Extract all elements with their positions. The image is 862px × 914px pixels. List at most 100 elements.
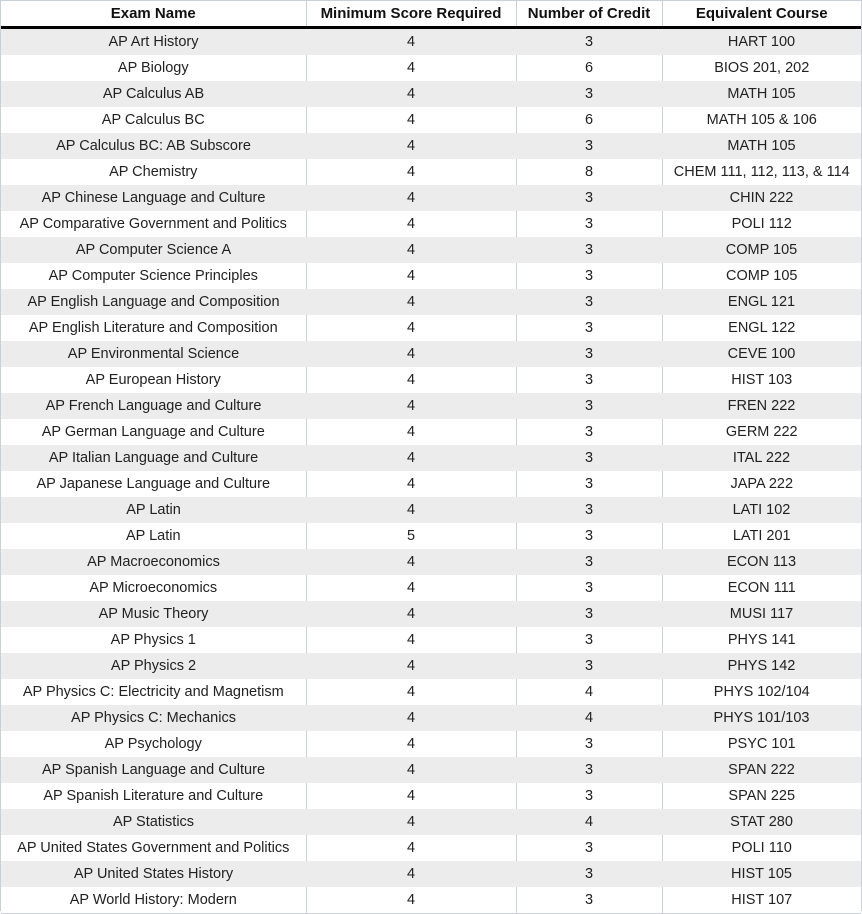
exam-name-cell: AP Comparative Government and Politics	[1, 211, 307, 237]
header-minimum-score: Minimum Score Required	[306, 0, 517, 29]
equivalent-course-cell: HIST 103	[662, 367, 861, 393]
exam-name-cell: AP Statistics	[1, 809, 306, 835]
table-row: AP World History: Modern 4 3 HIST 107	[1, 887, 861, 914]
exam-name-cell: AP Calculus AB	[1, 81, 306, 107]
credits-cell: 3	[516, 289, 662, 315]
equivalent-course-cell: JAPA 222	[662, 471, 861, 497]
minimum-score-cell: 4	[306, 185, 516, 211]
minimum-score-cell: 4	[306, 107, 517, 133]
equivalent-course-cell: HIST 107	[662, 887, 861, 914]
minimum-score-cell: 4	[306, 419, 517, 445]
header-equivalent-course: Equivalent Course	[662, 0, 861, 29]
table-row: AP European History 4 3 HIST 103	[1, 367, 861, 393]
equivalent-course-cell: CEVE 100	[662, 341, 861, 367]
exam-name-cell: AP English Literature and Composition	[1, 315, 307, 341]
header-exam-name: Exam Name	[1, 0, 307, 29]
equivalent-course-cell: SPAN 222	[662, 757, 861, 783]
minimum-score-cell: 4	[306, 549, 516, 575]
credits-cell: 3	[516, 549, 662, 575]
credits-cell: 3	[516, 341, 662, 367]
credits-cell: 3	[516, 523, 663, 549]
equivalent-course-cell: CHEM 111, 112, 113, & 114	[662, 159, 861, 185]
equivalent-course-cell: LATI 102	[662, 497, 861, 523]
minimum-score-cell: 4	[306, 367, 517, 393]
minimum-score-cell: 4	[306, 27, 516, 55]
table-header: Exam Name Minimum Score Required Number …	[1, 0, 861, 29]
table-row: AP English Literature and Composition 4 3 E…	[1, 315, 861, 341]
credits-cell: 3	[516, 731, 663, 757]
minimum-score-cell: 4	[306, 887, 517, 914]
equivalent-course-cell: MATH 105	[662, 81, 861, 107]
credits-cell: 3	[516, 315, 663, 341]
exam-name-cell: AP Environmental Science	[1, 341, 306, 367]
table-row: AP Art History 4 3 HART 100	[1, 27, 861, 55]
exam-name-cell: AP Calculus BC	[1, 107, 307, 133]
exam-name-cell: AP European History	[1, 367, 307, 393]
equivalent-course-cell: PHYS 142	[662, 653, 861, 679]
equivalent-course-cell: MATH 105	[662, 133, 861, 159]
exam-name-cell: AP Art History	[1, 27, 306, 55]
table-row: AP Physics C: Electricity and Magnetism 4…	[1, 679, 861, 705]
table-row: AP Physics 2 4 3 PHYS 142	[1, 653, 861, 679]
equivalent-course-cell: FREN 222	[662, 393, 861, 419]
minimum-score-cell: 5	[306, 523, 517, 549]
minimum-score-cell: 4	[306, 55, 517, 81]
table-row: AP Calculus AB 4 3 MATH 105	[1, 81, 861, 107]
exam-name-cell: AP United States Government and Politics	[1, 835, 307, 861]
exam-name-cell: AP Latin	[1, 523, 307, 549]
minimum-score-cell: 4	[306, 445, 516, 471]
header-row: Exam Name Minimum Score Required Number …	[1, 0, 861, 29]
exam-name-cell: AP Spanish Language and Culture	[1, 757, 306, 783]
ap-credit-table: Exam Name Minimum Score Required Number …	[1, 0, 861, 914]
equivalent-course-cell: BIOS 201, 202	[662, 55, 861, 81]
exam-name-cell: AP Macroeconomics	[1, 549, 306, 575]
exam-name-cell: AP World History: Modern	[1, 887, 307, 914]
minimum-score-cell: 4	[306, 627, 517, 653]
credits-cell: 8	[516, 159, 663, 185]
equivalent-course-cell: POLI 112	[662, 211, 861, 237]
table-row: AP Spanish Language and Culture 4 3 SPAN 22…	[1, 757, 861, 783]
credits-cell: 3	[516, 601, 662, 627]
exam-name-cell: AP Biology	[1, 55, 307, 81]
credits-cell: 3	[516, 653, 662, 679]
table-row: AP Biology 4 6 BIOS 201, 202	[1, 55, 861, 81]
table-row: AP Physics C: Mechanics 4 4 PHYS 101/103	[1, 705, 861, 731]
credits-cell: 3	[516, 445, 662, 471]
credits-cell: 3	[516, 471, 663, 497]
table-row: AP Chemistry 4 8 CHEM 111, 112, 113, & 114	[1, 159, 861, 185]
exam-name-cell: AP English Language and Composition	[1, 289, 306, 315]
ap-credit-table-container: Exam Name Minimum Score Required Number …	[0, 0, 862, 914]
credits-cell: 3	[516, 835, 663, 861]
table-row: AP Computer Science Principles 4 3 COMP 105	[1, 263, 861, 289]
table-row: AP Japanese Language and Culture 4 3 JAPA 2…	[1, 471, 861, 497]
equivalent-course-cell: ENGL 122	[662, 315, 861, 341]
exam-name-cell: AP Psychology	[1, 731, 307, 757]
exam-name-cell: AP Spanish Literature and Culture	[1, 783, 307, 809]
equivalent-course-cell: ENGL 121	[662, 289, 861, 315]
equivalent-course-cell: COMP 105	[662, 237, 861, 263]
equivalent-course-cell: ITAL 222	[662, 445, 861, 471]
credits-cell: 3	[516, 133, 662, 159]
equivalent-course-cell: MUSI 117	[662, 601, 861, 627]
minimum-score-cell: 4	[306, 159, 517, 185]
exam-name-cell: AP Computer Science A	[1, 237, 306, 263]
exam-name-cell: AP Italian Language and Culture	[1, 445, 306, 471]
header-number-of-credit: Number of Credit	[516, 0, 663, 29]
table-row: AP Computer Science A 4 3 COMP 105	[1, 237, 861, 263]
minimum-score-cell: 4	[306, 237, 516, 263]
minimum-score-cell: 4	[306, 757, 516, 783]
credits-cell: 3	[516, 185, 662, 211]
table-row: AP Macroeconomics 4 3 ECON 113	[1, 549, 861, 575]
credits-cell: 3	[516, 393, 662, 419]
table-row: AP Comparative Government and Politics 4 3…	[1, 211, 861, 237]
exam-name-cell: AP United States History	[1, 861, 306, 887]
minimum-score-cell: 4	[306, 393, 516, 419]
equivalent-course-cell: HART 100	[662, 27, 861, 55]
credits-cell: 3	[516, 861, 662, 887]
minimum-score-cell: 4	[306, 263, 517, 289]
credits-cell: 6	[516, 107, 663, 133]
table-row: AP Chinese Language and Culture 4 3 CHIN 22…	[1, 185, 861, 211]
table-row: AP German Language and Culture 4 3 GERM 222	[1, 419, 861, 445]
exam-name-cell: AP Physics C: Mechanics	[1, 705, 306, 731]
minimum-score-cell: 4	[306, 315, 517, 341]
